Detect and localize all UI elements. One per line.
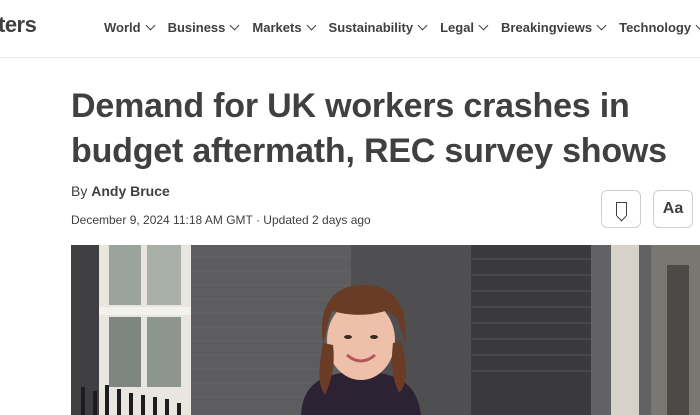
bookmark-button[interactable] bbox=[601, 190, 641, 228]
chevron-down-icon bbox=[478, 20, 489, 31]
top-navigation: ters World Business Markets Sustainabili… bbox=[0, 0, 700, 58]
section-menu: World Business Markets Sustainability Le… bbox=[104, 20, 700, 35]
nav-item-label: Markets bbox=[252, 20, 302, 35]
nav-item-world[interactable]: World bbox=[104, 20, 156, 35]
chevron-down-icon bbox=[229, 20, 240, 31]
nav-item-label: Legal bbox=[440, 20, 475, 35]
byline-prefix: By bbox=[71, 183, 88, 199]
nav-item-technology[interactable]: Technology bbox=[619, 20, 700, 35]
chevron-down-icon bbox=[417, 20, 428, 31]
nav-item-label: Sustainability bbox=[328, 20, 414, 35]
site-logo[interactable]: ters bbox=[0, 12, 37, 38]
chevron-down-icon bbox=[145, 20, 156, 31]
chevron-down-icon bbox=[596, 20, 607, 31]
author-link[interactable]: Andy Bruce bbox=[91, 183, 170, 199]
text-size-button[interactable]: Aa bbox=[653, 190, 693, 228]
article-photo bbox=[71, 245, 700, 415]
photo-illustration bbox=[71, 245, 700, 415]
nav-item-label: Breakingviews bbox=[501, 20, 593, 35]
nav-item-legal[interactable]: Legal bbox=[440, 20, 489, 35]
headline-line-2: budget aftermath, REC survey shows bbox=[71, 132, 667, 170]
bookmark-icon bbox=[615, 202, 627, 216]
byline: By Andy Bruce bbox=[71, 183, 170, 199]
nav-item-business[interactable]: Business bbox=[167, 20, 240, 35]
article-headline: Demand for UK workers crashes in budget … bbox=[71, 84, 691, 174]
nav-item-label: Business bbox=[167, 20, 226, 35]
nav-item-label: Technology bbox=[619, 20, 692, 35]
publish-date: December 9, 2024 11:18 AM GMT · Updated … bbox=[71, 213, 371, 227]
chevron-down-icon bbox=[695, 20, 700, 31]
headline-line-1: Demand for UK workers crashes in bbox=[71, 87, 630, 125]
chevron-down-icon bbox=[306, 20, 316, 31]
nav-item-markets[interactable]: Markets bbox=[252, 20, 316, 35]
nav-item-breakingviews[interactable]: Breakingviews bbox=[501, 20, 607, 35]
nav-item-sustainability[interactable]: Sustainability bbox=[328, 20, 428, 35]
nav-item-label: World bbox=[104, 20, 141, 35]
